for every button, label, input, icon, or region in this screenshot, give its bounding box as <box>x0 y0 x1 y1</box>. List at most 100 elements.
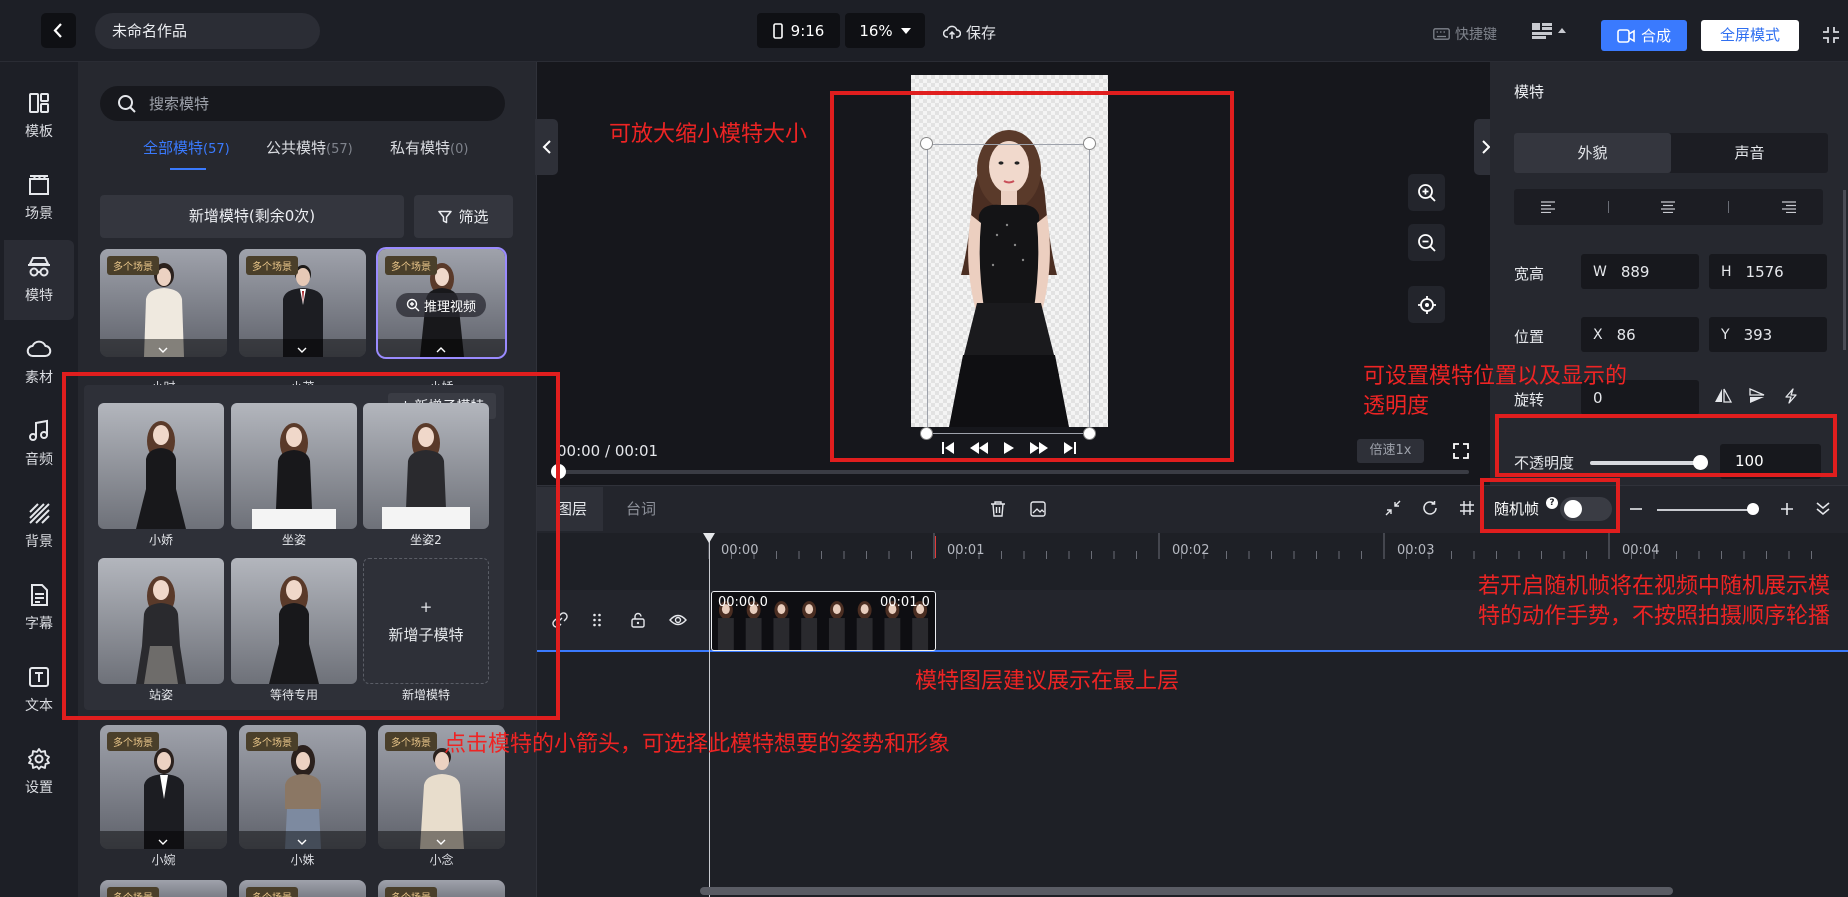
y-field[interactable]: Y 393 <box>1709 317 1827 352</box>
align-right-icon[interactable] <box>1781 201 1797 213</box>
tab-public-models[interactable]: 公共模特(57) <box>266 137 353 158</box>
grid-button[interactable] <box>1459 500 1475 516</box>
multi-scene-badge: 多个场景 <box>107 887 159 897</box>
chevron-up-icon[interactable] <box>436 347 446 353</box>
zoom-in-button[interactable] <box>1408 174 1445 211</box>
chevron-down-icon[interactable] <box>297 347 307 353</box>
multi-scene-badge: 多个场景 <box>246 256 298 275</box>
chevron-down-icon[interactable] <box>297 839 307 845</box>
nav-audio-label: 音频 <box>25 452 53 468</box>
refresh-button[interactable] <box>1422 500 1438 516</box>
zoom-in-icon <box>1417 183 1436 202</box>
save-button[interactable]: 保存 <box>943 20 996 44</box>
width-field[interactable]: W 889 <box>1581 254 1699 289</box>
rotate-quick-button[interactable] <box>1783 388 1799 404</box>
timeline-zoom-in[interactable] <box>1780 502 1794 516</box>
model-name: 小姝 <box>290 853 315 867</box>
ratio-button[interactable]: 9:16 <box>757 13 840 48</box>
back-button[interactable] <box>41 13 76 48</box>
nav-text-label: 文本 <box>25 698 53 714</box>
position-label: 位置 <box>1514 328 1545 346</box>
timeline-zoom-slider[interactable] <box>1657 509 1757 511</box>
exit-fullscreen-button[interactable] <box>1822 26 1840 44</box>
x-field[interactable]: X 86 <box>1581 317 1699 352</box>
delete-button[interactable] <box>990 501 1006 517</box>
align-center-icon[interactable] <box>1660 201 1676 213</box>
annotation-zoom: 可放大缩小模特大小 <box>609 122 808 147</box>
speed-button[interactable]: 倍速1x <box>1357 439 1424 463</box>
track-drag-handle[interactable] <box>592 612 602 628</box>
playhead[interactable] <box>709 535 710 897</box>
tab-appearance[interactable]: 外貌 <box>1514 133 1671 173</box>
shrink-arrows-icon <box>1385 500 1401 516</box>
model-card[interactable]: 多个场景 <box>100 249 227 357</box>
model-card[interactable]: 多个场景 <box>378 880 505 897</box>
tab-private-models[interactable]: 私有模特(0) <box>390 137 468 158</box>
nav-model[interactable]: 模特 <box>4 240 74 320</box>
tab-voice[interactable]: 声音 <box>1671 133 1828 173</box>
model-card[interactable]: 多个场景 <box>239 249 366 357</box>
layout-toggle[interactable] <box>1530 21 1572 41</box>
shortcut-button[interactable]: 快捷键 <box>1433 24 1497 44</box>
nav-settings[interactable]: 设置 <box>4 732 74 812</box>
flip-vertical-button[interactable] <box>1748 388 1766 404</box>
y-value: 393 <box>1743 325 1773 344</box>
end-marker <box>935 536 936 558</box>
collapse-left-panel-button[interactable] <box>535 119 558 175</box>
chevron-left-icon <box>542 140 551 154</box>
model-card[interactable]: 多个场景 <box>100 880 227 897</box>
align-left-icon[interactable] <box>1540 201 1556 213</box>
timeline-collapse-button[interactable] <box>1815 500 1831 516</box>
compose-label: 合成 <box>1640 27 1671 45</box>
model-card-selected[interactable]: 多个场景 推理视频 <box>376 247 507 359</box>
timeline-scrollbar[interactable] <box>700 887 1673 895</box>
zoom-dropdown[interactable]: 16% <box>845 13 925 48</box>
compose-button[interactable]: 合成 <box>1601 20 1687 51</box>
video-icon <box>1617 28 1635 43</box>
annotation-box-opacity <box>1495 414 1837 477</box>
model-card[interactable]: 多个场景 <box>100 725 227 849</box>
tab-all-models[interactable]: 全部模特(57) <box>143 137 230 158</box>
timeline-zoom-knob[interactable] <box>1747 503 1759 515</box>
flip-horizontal-button[interactable] <box>1714 388 1732 404</box>
zoom-out-button[interactable] <box>1408 224 1445 261</box>
playhead-handle[interactable] <box>703 533 715 543</box>
nav-template[interactable]: 模板 <box>4 76 74 156</box>
chevron-down-icon[interactable] <box>158 839 168 845</box>
annotation-box-canvas <box>830 91 1234 462</box>
layout-icon <box>1532 23 1566 39</box>
tab-all-label: 全部模特 <box>143 139 204 157</box>
chevron-down-icon[interactable] <box>158 347 168 353</box>
fullscreen-button[interactable]: 全屏模式 <box>1701 20 1799 51</box>
annotation-arrow: 点击模特的小箭头，可选择此模特想要的姿势和形象 <box>444 732 951 757</box>
search-placeholder: 搜索模特 <box>149 95 210 113</box>
infer-video-button[interactable]: 推理视频 <box>396 293 486 317</box>
add-model-button[interactable]: 新增模特(剩余0次) <box>100 195 404 238</box>
screenshot-button[interactable] <box>1030 501 1046 517</box>
multi-scene-badge: 多个场景 <box>246 887 298 897</box>
flip-horizontal-icon <box>1715 388 1732 403</box>
multi-scene-badge: 多个场景 <box>246 732 298 751</box>
tab-layers[interactable]: 图层 <box>557 498 587 519</box>
preview-fullscreen-button[interactable] <box>1453 443 1469 459</box>
search-input[interactable]: 搜索模特 <box>100 86 505 121</box>
annotation-random: 若开启随机帧将在视频中随机展示模特的动作手势，不按照拍摄顺序轮播 <box>1478 574 1831 629</box>
right-panel-scrollbar[interactable] <box>1843 190 1846 350</box>
filter-button[interactable]: 筛选 <box>414 195 513 238</box>
nav-background-label: 背景 <box>25 534 53 550</box>
collapse-tracks-button[interactable] <box>1385 500 1401 516</box>
lightning-icon <box>1785 388 1797 404</box>
chevron-down-icon[interactable] <box>436 839 446 845</box>
project-name-input[interactable]: 未命名作品 <box>95 13 320 49</box>
nav-scene[interactable]: 场景 <box>4 158 74 238</box>
timeline-zoom-out[interactable] <box>1629 502 1643 516</box>
model-card[interactable]: 多个场景 <box>239 880 366 897</box>
recenter-button[interactable] <box>1408 286 1445 323</box>
track-lock-button[interactable] <box>630 612 646 628</box>
height-field[interactable]: H 1576 <box>1709 254 1827 289</box>
track-visibility-button[interactable] <box>669 613 687 627</box>
model-card[interactable]: 多个场景 <box>239 725 366 849</box>
progress-bar[interactable] <box>557 470 1469 474</box>
image-icon <box>1030 501 1046 517</box>
tab-script[interactable]: 台词 <box>626 498 656 519</box>
